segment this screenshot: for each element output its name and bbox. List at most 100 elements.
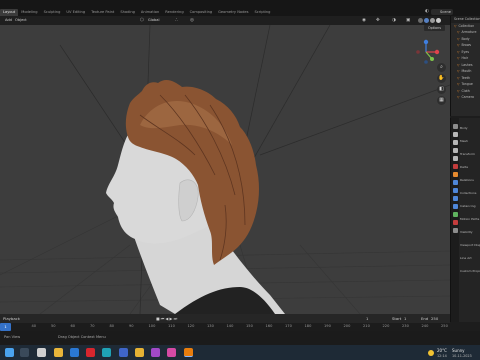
proportional-icon[interactable]: ◎ — [190, 17, 194, 24]
world-tab-icon[interactable] — [452, 164, 458, 169]
outliner-title: Scene Collection — [451, 16, 480, 23]
blender-icon[interactable] — [184, 348, 193, 357]
ruler-tick-label: 140 — [226, 324, 234, 328]
ruler-tick-label: 230 — [402, 324, 409, 328]
tab-compositing[interactable]: Compositing — [187, 9, 216, 16]
frame-ruler[interactable]: 0405060708090100110120130140150160170180… — [0, 323, 450, 331]
scene-tab-icon[interactable] — [452, 156, 458, 161]
playhead[interactable]: 1 — [0, 323, 11, 331]
options-dropdown[interactable]: Options — [424, 25, 445, 31]
playback-menu[interactable]: Playback — [3, 316, 20, 321]
tab-animation[interactable]: Animation — [138, 9, 162, 16]
texture-tab-icon[interactable] — [452, 228, 458, 233]
search-icon[interactable] — [20, 348, 29, 357]
material-tab-icon[interactable] — [452, 220, 458, 225]
outliner: Scene Collection ▽ Collection ▽ Armature ▽ Bo… — [450, 16, 480, 116]
property-section[interactable]: Relations — [460, 178, 474, 182]
visibility-icon[interactable]: ◉ — [362, 17, 366, 24]
ruler-tick-label: 220 — [382, 324, 390, 328]
object-tab-icon[interactable] — [452, 172, 458, 177]
end-label: End — [421, 316, 429, 321]
property-section[interactable]: Instancing — [460, 204, 476, 208]
property-section[interactable]: Body — [460, 126, 468, 130]
tab-rendering[interactable]: Rendering — [162, 9, 186, 16]
property-section[interactable]: Mesh — [460, 139, 468, 143]
viewport-header: Add Object Global ⬡ ∴ ◎ ◉ ✥ ◑ ▣ — [0, 16, 450, 25]
object-icon: ▽ — [457, 30, 460, 34]
add-menu[interactable]: Add — [5, 18, 12, 22]
task-view-icon[interactable] — [37, 348, 46, 357]
physics-tab-icon[interactable] — [452, 196, 458, 201]
file-explorer-icon[interactable] — [54, 348, 63, 357]
tab-uv-editing[interactable]: UV Editing — [63, 9, 88, 16]
tool-tab-icon[interactable] — [452, 124, 458, 129]
wireframe-shading-icon[interactable] — [418, 18, 423, 23]
store-icon[interactable] — [119, 348, 128, 357]
camera-view-icon[interactable]: ◧ — [437, 85, 446, 94]
property-section[interactable]: Visibility — [460, 230, 473, 234]
solid-shading-icon[interactable] — [424, 18, 429, 23]
ruler-tick-label: 150 — [246, 324, 253, 328]
object-icon: ▽ — [457, 43, 460, 47]
windows-start-icon[interactable] — [5, 348, 14, 357]
particles-tab-icon[interactable] — [452, 188, 458, 193]
end-frame-field[interactable]: 250 — [431, 316, 438, 321]
property-section[interactable]: Delta — [460, 165, 468, 169]
pivot-icon[interactable]: ⬡ — [140, 17, 144, 24]
pan-icon[interactable]: ✋ — [437, 74, 446, 83]
play-controls[interactable]: ■ ⏮ ◀ ▶ ⏭ — [156, 316, 177, 321]
property-section[interactable]: Line Art — [460, 256, 472, 260]
property-section[interactable]: Collections — [460, 191, 476, 195]
view-layer-tab-icon[interactable] — [452, 148, 458, 153]
status-bar: Pan View Drag Object Context Menu — [0, 331, 480, 345]
constraints-tab-icon[interactable] — [452, 204, 458, 209]
ruler-tick-label: 200 — [343, 324, 351, 328]
property-section[interactable]: Custom Props — [460, 269, 480, 273]
property-section[interactable]: Motion Paths — [460, 217, 479, 221]
tab-layout[interactable]: Layout — [0, 9, 19, 16]
tab-shading[interactable]: Shading — [117, 9, 138, 16]
mail-icon[interactable] — [70, 348, 79, 357]
object-icon: ▽ — [457, 36, 460, 41]
tab-sculpting[interactable]: Sculpting — [41, 9, 64, 16]
xray-icon[interactable]: ▣ — [406, 17, 410, 24]
grid-view-icon[interactable]: ▦ — [437, 96, 446, 105]
data-tab-icon[interactable] — [452, 212, 458, 217]
output-tab-icon[interactable] — [452, 140, 458, 145]
chrome-icon[interactable] — [135, 348, 144, 357]
render-shading-icon[interactable] — [436, 18, 441, 23]
outliner-item-label: Tongue — [461, 82, 473, 86]
transform-orientation[interactable]: Global — [148, 18, 159, 22]
outliner-item[interactable]: ▽ Camera — [451, 94, 480, 101]
status-mid: Drag Object Context Menu — [58, 335, 106, 339]
photos-icon[interactable] — [151, 348, 160, 357]
object-menu[interactable]: Object — [15, 18, 27, 22]
modifier-tab-icon[interactable] — [452, 180, 458, 185]
overlay-icon[interactable]: ◑ — [392, 17, 396, 24]
scene-selector[interactable]: Scene — [431, 9, 453, 15]
gizmo-icon[interactable]: ✥ — [376, 17, 380, 24]
zoom-icon[interactable]: ⌕ — [437, 63, 446, 72]
3d-viewport[interactable] — [0, 25, 450, 314]
object-icon: ▽ — [457, 82, 460, 86]
media-icon[interactable] — [167, 348, 176, 357]
object-icon: ▽ — [457, 56, 460, 60]
opera-icon[interactable] — [86, 348, 95, 357]
tab-modeling[interactable]: Modeling — [18, 9, 40, 16]
outliner-item-label: Body — [461, 36, 470, 41]
navigation-gizmo[interactable] — [412, 39, 440, 65]
render-tab-icon[interactable] — [452, 132, 458, 137]
property-section[interactable]: Transform — [460, 152, 475, 156]
snap-icon[interactable]: ∴ — [175, 17, 178, 24]
material-shading-icon[interactable] — [430, 18, 435, 23]
current-frame-field[interactable]: 1 — [366, 316, 368, 321]
status-left: Pan View — [4, 335, 21, 339]
property-section[interactable]: Viewport Display — [460, 243, 480, 247]
start-frame-field[interactable]: 1 — [404, 316, 406, 321]
tab-scripting[interactable]: Scripting — [251, 9, 273, 16]
tab-geometry-nodes[interactable]: Geometry Nodes — [215, 9, 251, 16]
tab-texture-paint[interactable]: Texture Paint — [88, 9, 117, 16]
start-label: Start — [392, 316, 402, 321]
edge-icon[interactable] — [102, 348, 111, 357]
object-icon: ▽ — [457, 75, 460, 80]
